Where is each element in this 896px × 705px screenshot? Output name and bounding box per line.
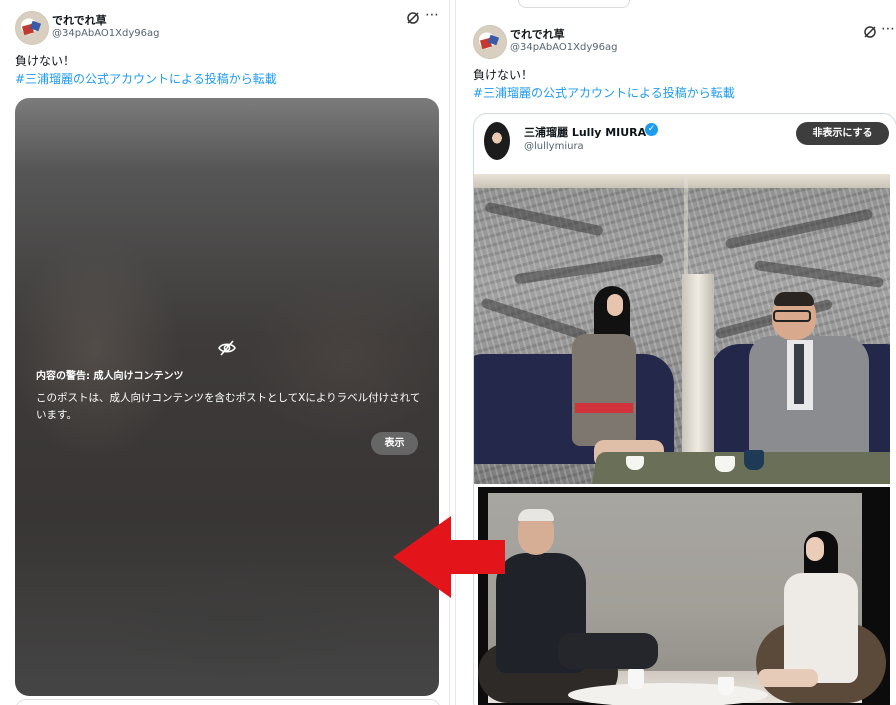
author-handle[interactable]: @34pAbAO1Xdy96ag [510, 42, 617, 53]
quoted-author-avatar[interactable] [484, 122, 510, 160]
hashtag-link[interactable]: #三浦瑠麗の公式アカウントによる投稿から転載 [473, 84, 735, 102]
verified-badge-icon: ✓ [645, 123, 658, 136]
more-icon[interactable]: ⋯ [425, 8, 439, 22]
photo-interview-2[interactable] [478, 487, 890, 705]
sensitive-media[interactable]: 内容の警告: 成人向けコンテンツ このポストは、成人向けコンテンツを含むポストと… [15, 98, 439, 696]
author-name[interactable]: でれでれ草 [510, 26, 565, 42]
post-text: 負けない！ [473, 68, 534, 82]
author-handle[interactable]: @34pAbAO1Xdy96ag [52, 28, 159, 39]
author-avatar[interactable] [15, 11, 49, 45]
more-icon[interactable]: ⋯ [881, 22, 895, 36]
quoted-post-card[interactable]: 三浦瑠麗 Lully MIURA ✓ @lullymiura 非表示にする [473, 113, 896, 705]
eye-off-icon [218, 340, 236, 356]
left-post: でれでれ草 @34pAbAO1Xdy96ag ⋯ 負けない！ #三浦瑠麗の公式ア… [0, 0, 450, 705]
red-arrow-icon [393, 516, 505, 598]
photo-interview-1[interactable] [474, 174, 890, 484]
quoted-author-name[interactable]: 三浦瑠麗 Lully MIURA [524, 124, 646, 140]
next-card-edge [15, 699, 441, 705]
grok-icon[interactable] [863, 25, 877, 39]
quoted-author-handle[interactable]: @lullymiura [524, 141, 584, 152]
content-warning-body: このポストは、成人向けコンテンツを含むポストとしてXによりラベル付けされています… [36, 392, 421, 421]
hashtag-link[interactable]: #三浦瑠麗の公式アカウントによる投稿から転載 [15, 70, 277, 88]
author-name[interactable]: でれでれ草 [52, 12, 107, 28]
right-post: でれでれ草 @34pAbAO1Xdy96ag ⋯ 負けない！ #三浦瑠麗の公式ア… [455, 0, 896, 705]
previous-card-edge [518, 0, 630, 8]
post-text: 負けない！ [15, 54, 76, 68]
show-media-button[interactable]: 表示 [371, 432, 418, 455]
content-warning-title: 内容の警告: 成人向けコンテンツ [36, 371, 184, 382]
author-avatar[interactable] [473, 25, 507, 59]
hide-button[interactable]: 非表示にする [796, 122, 889, 145]
grok-icon[interactable] [406, 11, 420, 25]
